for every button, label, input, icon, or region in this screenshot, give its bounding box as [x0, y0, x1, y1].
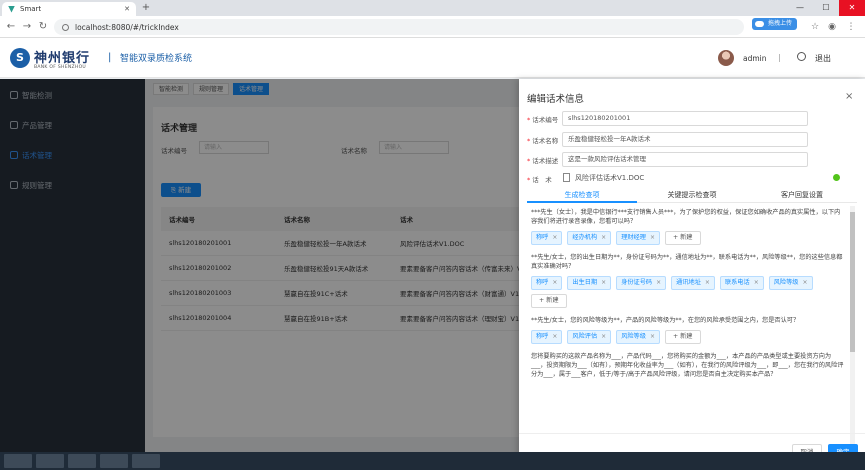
tag-close-icon[interactable]: ×: [552, 331, 557, 343]
code-row: * 话术编号 slhs120180201001: [527, 111, 847, 126]
tag-list: 称呼 × 经办机构 × 理财经理 × + 新建: [527, 228, 849, 251]
check-circle-icon: [833, 174, 840, 181]
add-tag-button[interactable]: + 新建: [531, 294, 567, 308]
reload-icon[interactable]: ↻: [36, 20, 50, 34]
tag[interactable]: 身份证号码 ×: [616, 276, 667, 290]
bank-name-en: BANK OF SHENZHOU: [34, 65, 87, 70]
add-tag-button[interactable]: + 新建: [664, 330, 701, 344]
tag-close-icon[interactable]: ×: [650, 232, 655, 244]
upload-label: 拖拽上传: [768, 20, 793, 27]
taskbar-app-icon[interactable]: [132, 454, 160, 468]
document-icon: [563, 173, 570, 182]
content-scrollbar[interactable]: [850, 206, 855, 456]
tag-close-icon[interactable]: ×: [656, 277, 661, 289]
file-name-link[interactable]: 风险评估话术V1.DOC: [575, 173, 644, 183]
url-input[interactable]: localhost:8080/#/trickIndex: [54, 19, 744, 35]
tag-close-icon[interactable]: ×: [705, 277, 710, 289]
tag[interactable]: 风险等级 ×: [616, 330, 660, 344]
bank-logo-icon: S: [10, 48, 30, 68]
desc-input[interactable]: 这是一款风险评估话术管理: [562, 152, 808, 167]
cloud-icon: [755, 21, 764, 27]
user-name[interactable]: admin: [743, 54, 767, 63]
add-tag-button[interactable]: + 新建: [664, 231, 701, 245]
address-bar: ← → ↻ localhost:8080/#/trickIndex 拖拽上传 ☆…: [0, 16, 865, 38]
name-input[interactable]: 乐盈稳健轻松投一年A款话术: [562, 132, 808, 147]
taskbar-app-icon[interactable]: [100, 454, 128, 468]
drawer-tabs: 生成检查项 关键提示检查项 客户回复设置: [527, 187, 857, 203]
tag[interactable]: 出生日期 ×: [567, 276, 612, 290]
modal-mask[interactable]: [0, 79, 519, 470]
app-header: S 神州银行 BANK OF SHENZHOU | 智能双录质检系统 admin…: [0, 38, 865, 78]
tab-customer-reply[interactable]: 客户回复设置: [747, 190, 857, 200]
upload-button[interactable]: 拖拽上传: [752, 18, 798, 30]
tag[interactable]: 理财经理 ×: [616, 231, 660, 245]
desc-row: * 话术描述 这是一款风险评估话术管理: [527, 152, 847, 167]
scrollbar-thumb[interactable]: [850, 212, 855, 352]
tag[interactable]: 称呼 ×: [531, 276, 563, 290]
url-text: localhost:8080/#/trickIndex: [75, 22, 179, 32]
maximize-icon[interactable]: ☐: [813, 0, 839, 16]
edit-script-drawer: 编辑话术信息 × * 话术编号 slhs120180201001 * 话术名称 乐盈…: [519, 79, 865, 470]
app-favicon-icon: [8, 5, 15, 13]
bank-name-cn: 神州银行: [34, 51, 91, 66]
tab-generate-check[interactable]: 生成检查项: [527, 190, 637, 200]
tag-close-icon[interactable]: ×: [601, 277, 606, 289]
taskbar-app-icon[interactable]: [36, 454, 64, 468]
script-paragraph: ***先生（女士），我是中信银行***支行销售人员***，为了保护您的权益，保证…: [531, 209, 841, 225]
browser-tab-title: Smart: [20, 5, 42, 13]
menu-icon[interactable]: ⋮: [845, 20, 857, 34]
tag-close-icon[interactable]: ×: [552, 232, 557, 244]
tag[interactable]: 经办机构 ×: [567, 231, 612, 245]
new-tab-icon[interactable]: +: [140, 2, 152, 14]
taskbar-app-icon[interactable]: [4, 454, 32, 468]
tag[interactable]: 称呼 ×: [531, 231, 563, 245]
close-tab-icon[interactable]: ✕: [124, 5, 130, 13]
file-label: * 话 术: [527, 176, 552, 184]
taskbar-app-icon[interactable]: [68, 454, 96, 468]
browser-tabstrip: Smart ✕ + — ☐ ✕: [0, 0, 865, 16]
tag-close-icon[interactable]: ×: [552, 277, 557, 289]
tag[interactable]: 称呼 ×: [531, 330, 563, 344]
file-row: * 话 术 风险评估话术V1.DOC: [527, 171, 847, 186]
system-title: 智能双录质检系统: [120, 54, 193, 64]
minimize-icon[interactable]: —: [787, 0, 813, 16]
back-icon[interactable]: ←: [4, 20, 18, 34]
desc-label: * 话术描述: [527, 157, 559, 165]
close-icon[interactable]: ×: [845, 91, 853, 102]
close-window-icon[interactable]: ✕: [839, 0, 865, 16]
tag[interactable]: 联系电话 ×: [719, 276, 764, 290]
tag[interactable]: 通讯地址 ×: [671, 276, 715, 290]
script-paragraph: **先生/女士，您的出生日期为**，身份证号码为**，通信地址为**，联系电话为…: [531, 254, 843, 270]
star-icon[interactable]: ☆: [809, 20, 821, 34]
script-paragraph: **先生/女士，您的风险等级为**，产品的风险等级为**，在您的风险承受范围之内…: [531, 317, 800, 324]
tag-close-icon[interactable]: ×: [754, 277, 759, 289]
tag-close-icon[interactable]: ×: [601, 232, 606, 244]
tag[interactable]: 风险等级 ×: [768, 276, 813, 290]
tab-key-prompt[interactable]: 关键提示检查项: [637, 190, 747, 200]
tag-list: 称呼 × 风险评估 × 风险等级 × + 新建: [527, 327, 849, 350]
script-content: ***先生（女士），我是中信银行***支行销售人员***，为了保护您的权益，保证…: [527, 206, 849, 456]
name-row: * 话术名称 乐盈稳健轻松投一年A款话术: [527, 132, 847, 147]
tag-close-icon[interactable]: ×: [802, 277, 807, 289]
header-separator: |: [108, 52, 112, 63]
logout-button[interactable]: 退出: [815, 53, 831, 64]
avatar[interactable]: [718, 50, 734, 66]
active-tab-indicator: [527, 201, 637, 203]
header-divider: |: [778, 53, 781, 62]
tag-close-icon[interactable]: ×: [601, 331, 606, 343]
tag-close-icon[interactable]: ×: [650, 331, 655, 343]
script-paragraph: 您将要购买的这款产品名称为___，产品代码___，您将购买的金额为___，本产品…: [531, 353, 844, 378]
code-label: * 话术编号: [527, 116, 559, 124]
extension-icon[interactable]: ◉: [826, 20, 838, 34]
os-taskbar: [0, 452, 865, 470]
info-icon[interactable]: [62, 23, 69, 31]
power-icon[interactable]: [797, 52, 806, 61]
forward-icon[interactable]: →: [20, 20, 34, 34]
tag[interactable]: 风险评估 ×: [567, 330, 612, 344]
browser-tab[interactable]: Smart ✕: [2, 2, 136, 16]
code-input[interactable]: slhs120180201001: [562, 111, 808, 126]
tag-list: 称呼 × 出生日期 × 身份证号码 × 通讯地址 × 联系电话 × 风险等级 × + 新建: [527, 273, 849, 314]
name-label: * 话术名称: [527, 137, 559, 145]
drawer-title: 编辑话术信息: [527, 94, 585, 105]
